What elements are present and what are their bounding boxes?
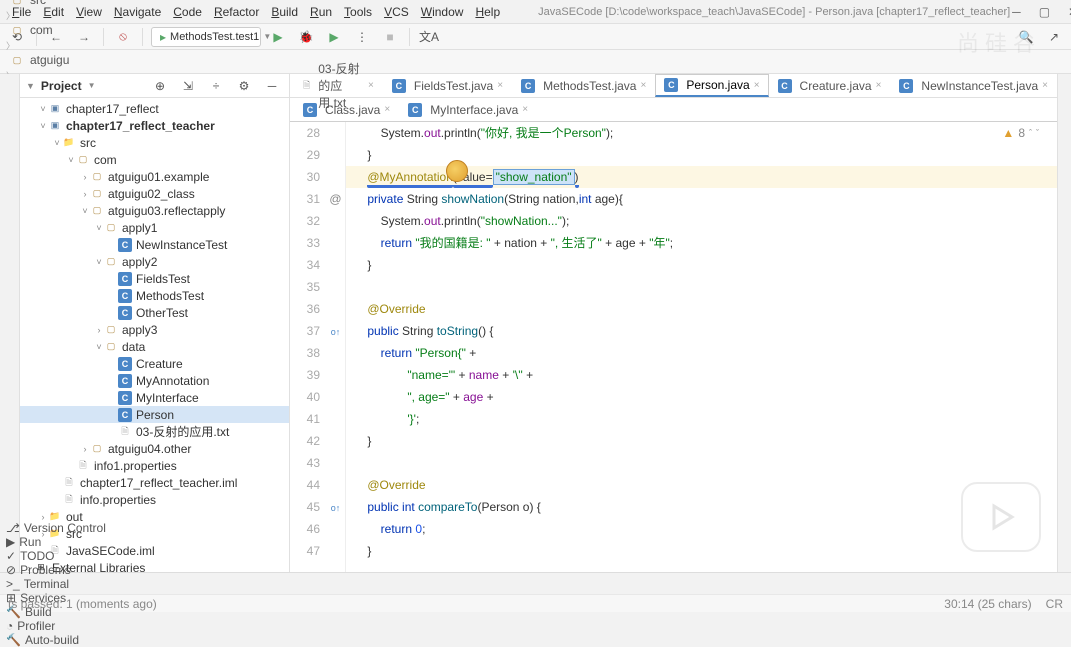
- tree-node[interactable]: ˅▢apply1: [20, 219, 289, 236]
- code-editor[interactable]: ▲ 8 ˆ ˇ 28293031323334353637383940414243…: [290, 122, 1057, 572]
- toolwindow-version-control[interactable]: ⎇Version Control: [6, 521, 106, 535]
- run-config-label: MethodsTest.test1: [170, 31, 259, 43]
- toolwindow-problems[interactable]: ⊘Problems: [6, 563, 106, 577]
- tree-node[interactable]: 🗎chapter17_reflect_teacher.iml: [20, 474, 289, 491]
- toolwindow-auto-build[interactable]: 🔨Auto-build: [6, 633, 106, 647]
- tree-node[interactable]: COtherTest: [20, 304, 289, 321]
- tree-node[interactable]: ˅▣chapter17_reflect: [20, 100, 289, 117]
- tree-node[interactable]: 🗎info.properties: [20, 491, 289, 508]
- breadcrumb-item[interactable]: ▢atguigu: [6, 52, 173, 68]
- editor-tabs-row1: 🗎03-反射的应用.txt×CFieldsTest.java×CMethodsT…: [290, 74, 1057, 98]
- collapse-icon[interactable]: ÷: [205, 76, 227, 96]
- tree-node[interactable]: ˅▣chapter17_reflect_teacher: [20, 117, 289, 134]
- stop-icon[interactable]: ■: [379, 27, 401, 47]
- editor-tab[interactable]: CCreature.java×: [769, 75, 891, 97]
- tree-node[interactable]: CMyAnnotation: [20, 372, 289, 389]
- window-controls: ─ ▢ ✕: [1012, 5, 1071, 19]
- tree-node[interactable]: CPerson: [20, 406, 289, 423]
- project-tree[interactable]: ˅▣chapter17_reflect˅▣chapter17_reflect_t…: [20, 98, 289, 572]
- tree-node[interactable]: ˅▢data: [20, 338, 289, 355]
- status-bar: ts passed: 1 (moments ago) 30:14 (25 cha…: [0, 594, 1071, 612]
- caret-position[interactable]: 30:14 (25 chars): [944, 597, 1031, 611]
- project-panel-header: ▼ Project ▼ ⊕ ⇲ ÷ ⚙ ─: [20, 74, 289, 98]
- dropdown-icon[interactable]: ▼: [88, 81, 96, 90]
- settings-icon[interactable]: ↗: [1043, 27, 1065, 47]
- menu-run[interactable]: Run: [304, 3, 338, 21]
- tree-node[interactable]: ›▢atguigu04.other: [20, 440, 289, 457]
- tree-node[interactable]: CFieldsTest: [20, 270, 289, 287]
- gear-icon[interactable]: ⚙: [233, 76, 255, 96]
- right-gutter-strip: [1057, 74, 1071, 572]
- chevron-down-icon[interactable]: ▼: [26, 81, 35, 91]
- tree-node[interactable]: CMethodsTest: [20, 287, 289, 304]
- project-title: Project: [41, 79, 82, 93]
- tree-node[interactable]: CMyInterface: [20, 389, 289, 406]
- window-title: JavaSECode [D:\code\workspace_teach\Java…: [538, 6, 1010, 18]
- editor-tab[interactable]: CMyInterface.java×: [399, 99, 537, 121]
- editor-tab[interactable]: CMethodsTest.java×: [512, 75, 655, 97]
- editor-tab[interactable]: CPerson.java×: [655, 74, 768, 97]
- menu-window[interactable]: Window: [415, 3, 470, 21]
- editor-tab[interactable]: CClass.java×: [294, 99, 399, 121]
- editor-tab[interactable]: CNewInstanceTest.java×: [890, 75, 1057, 97]
- close-tab-icon[interactable]: ×: [384, 104, 390, 115]
- tree-node[interactable]: ˅▢apply2: [20, 253, 289, 270]
- translate-icon[interactable]: 文A: [418, 27, 440, 47]
- tool-window-bar: ⎇Version Control▶Run✓TODO⊘Problems>_Term…: [0, 572, 1071, 594]
- menu-build[interactable]: Build: [265, 3, 304, 21]
- menu-vcs[interactable]: VCS: [378, 3, 415, 21]
- tree-node[interactable]: ˅📁src: [20, 134, 289, 151]
- tree-node[interactable]: ›▢apply3: [20, 321, 289, 338]
- toolwindow-terminal[interactable]: >_Terminal: [6, 577, 106, 591]
- breadcrumb-item[interactable]: ▢com: [6, 22, 173, 38]
- hide-icon[interactable]: ─: [261, 76, 283, 96]
- tree-node[interactable]: ›▢atguigu01.example: [20, 168, 289, 185]
- expand-icon[interactable]: ⇲: [177, 76, 199, 96]
- main-area: ▼ Project ▼ ⊕ ⇲ ÷ ⚙ ─ ˅▣chapter17_reflec…: [0, 74, 1071, 572]
- toolwindow-run[interactable]: ▶Run: [6, 535, 106, 549]
- coverage-icon[interactable]: ▶: [323, 27, 345, 47]
- tree-node[interactable]: ›▢atguigu02_class: [20, 185, 289, 202]
- maximize-icon[interactable]: ▢: [1039, 5, 1050, 19]
- tree-node[interactable]: CNewInstanceTest: [20, 236, 289, 253]
- close-tab-icon[interactable]: ×: [1042, 80, 1048, 91]
- tree-node[interactable]: ˅▢com: [20, 151, 289, 168]
- left-gutter-strip: [0, 74, 20, 572]
- line-number-gutter: 2829303132333435363738394041424344454647: [290, 122, 326, 572]
- locate-icon[interactable]: ⊕: [149, 76, 171, 96]
- editor-area: 🗎03-反射的应用.txt×CFieldsTest.java×CMethodsT…: [290, 74, 1057, 572]
- debug-icon[interactable]: 🐞: [295, 27, 317, 47]
- code-lines[interactable]: System.out.println("你好, 我是一个Person"); } …: [346, 122, 1057, 572]
- status-message: ts passed: 1 (moments ago): [8, 597, 157, 611]
- editor-tabs-row2: CClass.java×CMyInterface.java×: [290, 98, 1057, 122]
- close-tab-icon[interactable]: ×: [876, 80, 882, 91]
- project-tool-window: ▼ Project ▼ ⊕ ⇲ ÷ ⚙ ─ ˅▣chapter17_reflec…: [20, 74, 290, 572]
- line-separator[interactable]: CR: [1046, 597, 1063, 611]
- marker-gutter: @o↑o↑: [326, 122, 346, 572]
- menu-tools[interactable]: Tools: [338, 3, 378, 21]
- close-tab-icon[interactable]: ×: [640, 80, 646, 91]
- close-tab-icon[interactable]: ×: [368, 80, 374, 91]
- run-icon[interactable]: ▶: [267, 27, 289, 47]
- tree-node[interactable]: ˅▢atguigu03.reflectapply: [20, 202, 289, 219]
- close-tab-icon[interactable]: ×: [754, 80, 760, 91]
- editor-tab[interactable]: CFieldsTest.java×: [383, 75, 512, 97]
- menu-refactor[interactable]: Refactor: [208, 3, 265, 21]
- breadcrumb-item[interactable]: ▢src: [6, 0, 173, 8]
- navigation-bar: ▣ECode〉▣chapter17_reflect_teacher〉▢src〉▢…: [0, 50, 1071, 74]
- close-tab-icon[interactable]: ×: [522, 104, 528, 115]
- more-run-icon[interactable]: ⋮: [351, 27, 373, 47]
- close-tab-icon[interactable]: ×: [497, 80, 503, 91]
- toolwindow-todo[interactable]: ✓TODO: [6, 549, 106, 563]
- tree-node[interactable]: CCreature: [20, 355, 289, 372]
- menu-help[interactable]: Help: [469, 3, 506, 21]
- tree-node[interactable]: 🗎03-反射的应用.txt: [20, 423, 289, 440]
- minimize-icon[interactable]: ─: [1012, 5, 1021, 19]
- toolwindow-profiler[interactable]: ◔Profiler: [6, 619, 106, 633]
- tree-node[interactable]: 🗎info1.properties: [20, 457, 289, 474]
- search-icon[interactable]: 🔍: [1015, 27, 1037, 47]
